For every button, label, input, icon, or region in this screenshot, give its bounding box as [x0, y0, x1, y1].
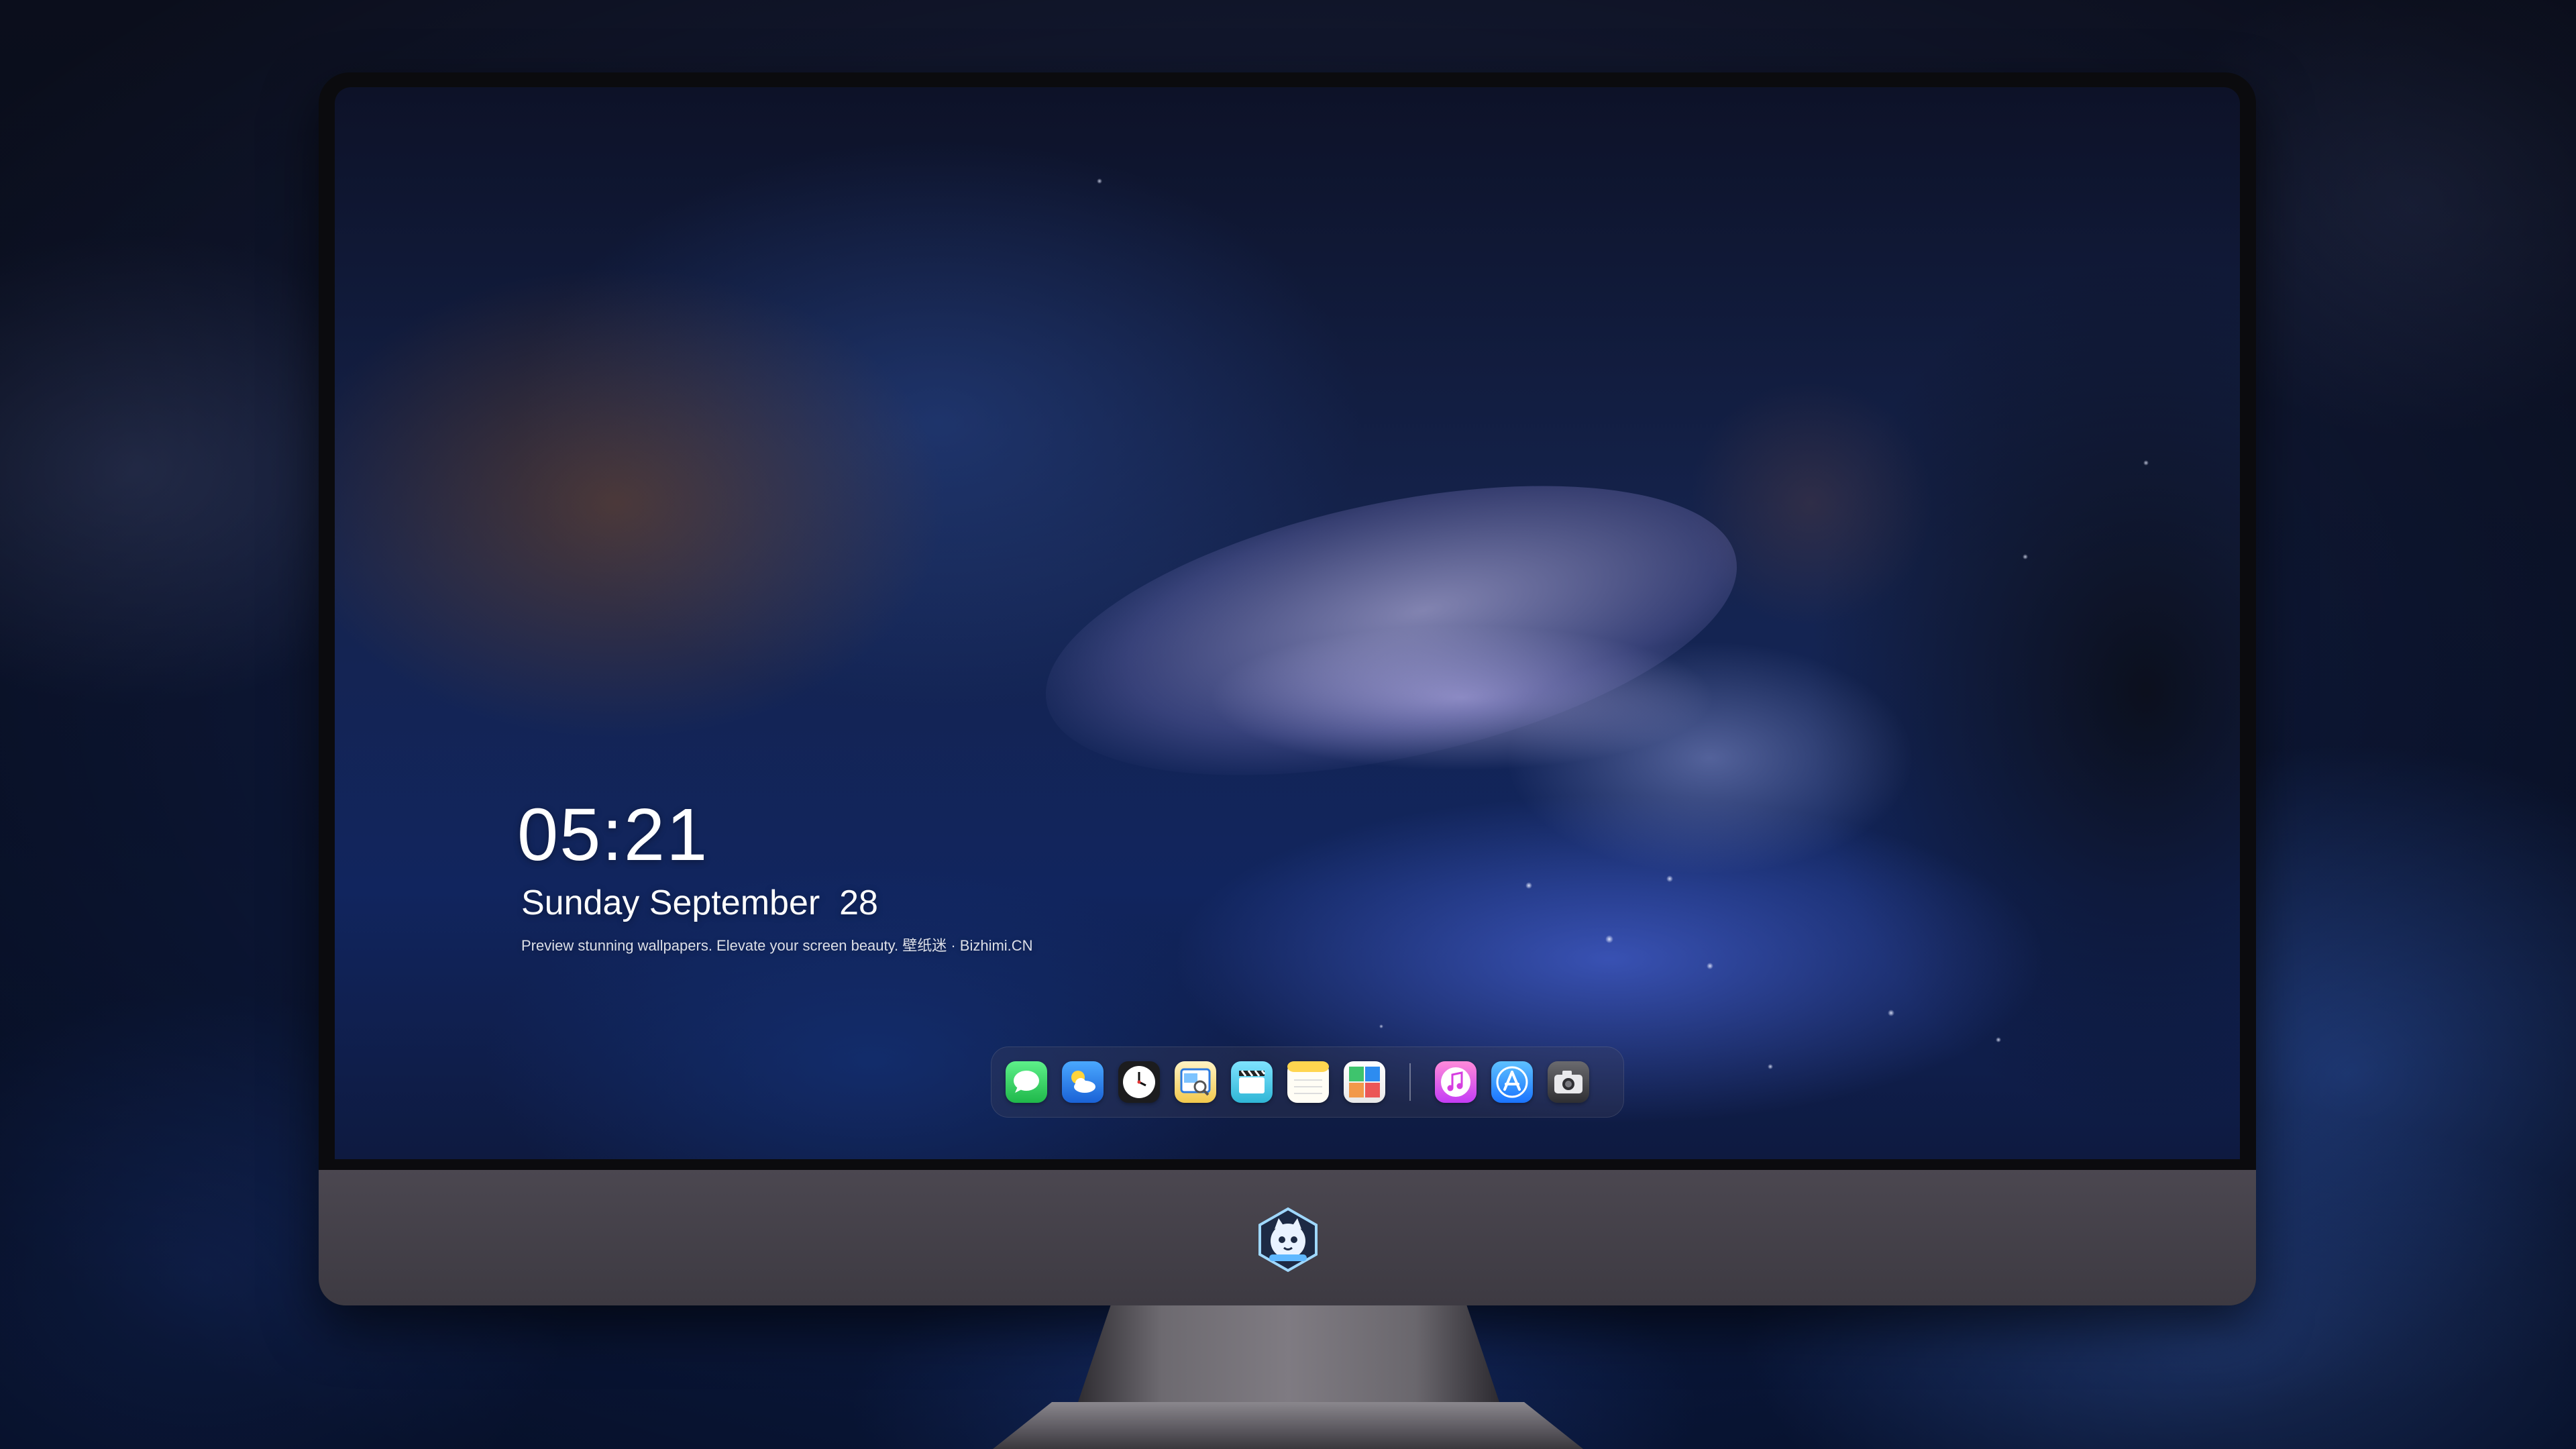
- clips-icon[interactable]: [1231, 1061, 1273, 1103]
- monitor: 05:21 Sunday September 28 Preview stunni…: [319, 72, 2256, 1305]
- wallpaper-caption: Preview stunning wallpapers. Elevate you…: [521, 937, 1033, 954]
- lock-screen-date: Sunday September 28: [521, 883, 878, 922]
- weather-icon[interactable]: [1062, 1061, 1104, 1103]
- app-store-icon[interactable]: [1491, 1061, 1533, 1103]
- lock-screen-info: 05:21 Sunday September 28 Preview stunni…: [517, 798, 1033, 955]
- monitor-stand: [1077, 1305, 1501, 1406]
- monitor-stand-base: [993, 1402, 1583, 1449]
- cat-astronaut-logo-icon: [1254, 1206, 1322, 1273]
- notes-icon[interactable]: [1287, 1061, 1329, 1103]
- music-icon[interactable]: [1435, 1061, 1477, 1103]
- dock-separator: [1409, 1063, 1411, 1101]
- wallpaper-sparkles: [335, 87, 2240, 1159]
- lock-screen-clock: 05:21: [517, 794, 709, 876]
- lock-screen-wallpaper: 05:21 Sunday September 28 Preview stunni…: [335, 87, 2240, 1159]
- preview-icon[interactable]: [1175, 1061, 1216, 1103]
- camera-icon[interactable]: [1548, 1061, 1589, 1103]
- messages-icon[interactable]: [1006, 1061, 1047, 1103]
- dock: [991, 1046, 1624, 1118]
- clock-icon[interactable]: [1118, 1061, 1160, 1103]
- photo-booth-icon[interactable]: [1344, 1061, 1385, 1103]
